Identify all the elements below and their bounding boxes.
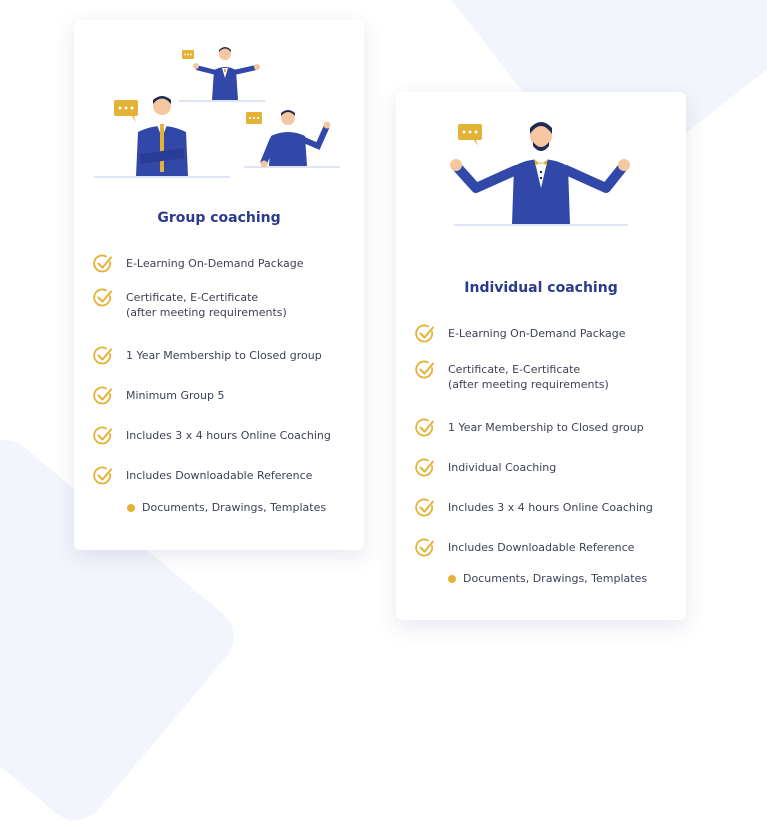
feature-item: Individual Coaching (414, 458, 557, 479)
checkmark-circle-icon (415, 418, 434, 437)
card-title: Individual coaching (464, 280, 618, 296)
feature-item: E-Learning On-Demand Package (92, 254, 304, 275)
group-coaching-card: Group coaching E-Learning On-Demand Pack… (74, 20, 364, 550)
checkmark-circle-icon (93, 426, 112, 445)
checkmark-circle-icon (93, 254, 112, 273)
feature-item: E-Learning On-Demand Package (414, 324, 626, 345)
feature-item: Includes 3 x 4 hours Online Coaching (414, 498, 653, 519)
checkmark-circle-icon (415, 324, 434, 343)
card-title: Group coaching (157, 210, 281, 226)
feature-label: E-Learning On-Demand Package (126, 257, 304, 270)
feature-item: Certificate, E-Certificate (after meetin… (414, 360, 609, 392)
feature-item: Includes Downloadable Reference (92, 466, 313, 487)
speech-bubble-icon (458, 124, 482, 146)
speech-bubble-icon (246, 112, 262, 124)
sub-item-label: Documents, Drawings, Templates (463, 572, 648, 585)
feature-label: 1 Year Membership to Closed group (448, 421, 644, 434)
feature-label: Certificate, E-Certificate (after meetin… (448, 363, 609, 391)
checkmark-circle-icon (93, 346, 112, 365)
feature-item: Includes Downloadable Reference (414, 538, 635, 559)
checkmark-circle-icon (93, 386, 112, 405)
feature-label: Includes 3 x 4 hours Online Coaching (448, 501, 653, 514)
bullet-icon (448, 574, 456, 583)
feature-item: 1 Year Membership to Closed group (414, 418, 644, 439)
feature-label: 1 Year Membership to Closed group (126, 349, 322, 362)
feature-label: Minimum Group 5 (126, 389, 225, 402)
group-coaching-illustration (94, 47, 340, 178)
feature-item: Minimum Group 5 (92, 386, 225, 407)
checkmark-circle-icon (415, 538, 434, 557)
speech-bubble-icon (182, 50, 194, 59)
feature-label: Includes Downloadable Reference (126, 469, 313, 482)
feature-item: Includes 3 x 4 hours Online Coaching (92, 426, 331, 447)
checkmark-circle-icon (415, 498, 434, 517)
checkmark-circle-icon (93, 466, 112, 485)
feature-label: E-Learning On-Demand Package (448, 327, 626, 340)
individual-coaching-illustration (450, 122, 630, 226)
feature-label: Certificate, E-Certificate (after meetin… (126, 291, 287, 319)
feature-label: Includes Downloadable Reference (448, 541, 635, 554)
feature-label: Includes 3 x 4 hours Online Coaching (126, 429, 331, 442)
checkmark-circle-icon (415, 458, 434, 477)
checkmark-circle-icon (93, 288, 112, 307)
feature-item: 1 Year Membership to Closed group (92, 346, 322, 367)
bullet-icon (127, 503, 135, 512)
speech-bubble-icon (114, 100, 138, 122)
sub-item-label: Documents, Drawings, Templates (142, 501, 327, 514)
checkmark-circle-icon (415, 360, 434, 379)
feature-label: Individual Coaching (448, 461, 557, 474)
sub-item: Documents, Drawings, Templates (448, 572, 647, 585)
feature-item: Certificate, E-Certificate (after meetin… (92, 288, 287, 320)
individual-coaching-card: Individual coaching E-Learning On-Demand… (396, 92, 686, 620)
sub-item: Documents, Drawings, Templates (127, 501, 326, 514)
